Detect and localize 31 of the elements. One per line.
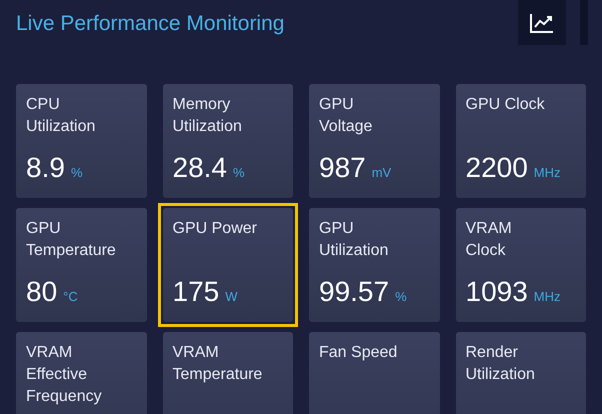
metric-value: 28.4 bbox=[172, 152, 227, 184]
metric-value: 1093 bbox=[466, 276, 528, 308]
line-chart-icon bbox=[529, 12, 555, 34]
metric-value: 8.9 bbox=[26, 152, 65, 184]
metric-value: 175 bbox=[172, 276, 220, 308]
metric-value: 99.57 bbox=[319, 276, 390, 308]
metric-value: 80 bbox=[26, 276, 58, 308]
metric-value: 987 bbox=[319, 152, 366, 184]
metric-label: GPU Clock bbox=[466, 95, 546, 115]
metric-label: VRAM Clock bbox=[466, 219, 513, 261]
metric-label: GPU Voltage bbox=[319, 95, 374, 137]
metric-unit: °C bbox=[63, 288, 78, 306]
metric-label: Memory Utilization bbox=[172, 95, 243, 137]
metric-unit: W bbox=[225, 288, 238, 306]
metric-label: Render Utilization bbox=[466, 343, 536, 385]
metric-value: 2200 bbox=[466, 152, 528, 184]
metric-label: CPU Utilization bbox=[26, 95, 96, 137]
metric-unit: mV bbox=[372, 164, 392, 182]
metric-label: VRAM Effective Frequency bbox=[26, 343, 103, 407]
metric-label: Fan Speed bbox=[319, 343, 398, 363]
metric-unit: % bbox=[233, 164, 245, 182]
metric-unit: % bbox=[395, 288, 407, 306]
metric-label: GPU Temperature bbox=[26, 219, 117, 261]
page-title: Live Performance Monitoring bbox=[16, 11, 284, 37]
chart-button[interactable] bbox=[518, 0, 566, 45]
metric-unit: % bbox=[70, 164, 82, 182]
metric-label: GPU Power bbox=[172, 219, 258, 239]
metric-unit: MHz bbox=[534, 164, 561, 182]
metric-unit: MHz bbox=[534, 288, 561, 306]
metric-label: GPU Utilization bbox=[319, 219, 390, 261]
metric-label: VRAM Temperature bbox=[172, 343, 264, 385]
